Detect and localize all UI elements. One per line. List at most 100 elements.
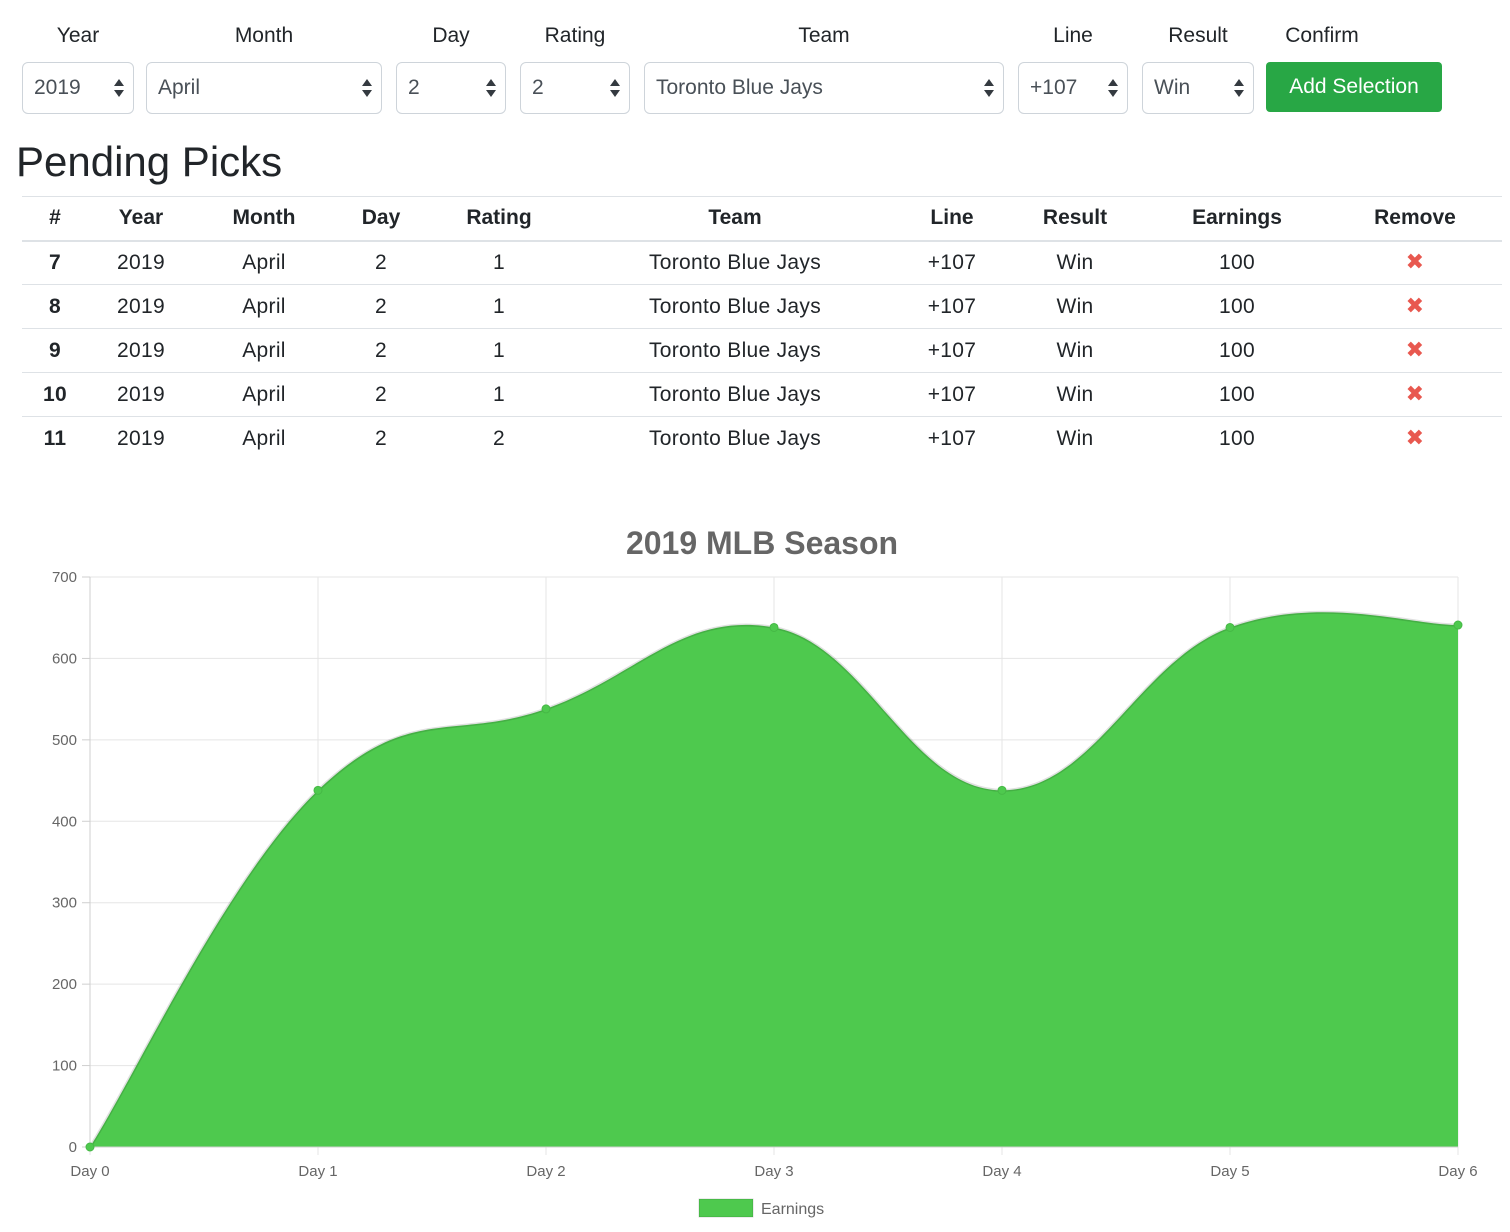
team-label: Team [798,24,850,47]
pending-picks-table: # Year Month Day Rating Team Line Result… [22,196,1502,461]
data-point[interactable] [769,622,779,632]
row-rating: 1 [493,250,505,274]
y-tick-label: 300 [52,895,77,912]
line-select[interactable]: +107 [1018,62,1128,114]
row-number: 9 [22,328,88,373]
day-label: Day [432,24,470,47]
col-header-rating: Rating [428,196,570,242]
chart-title: 2019 MLB Season [626,525,898,561]
col-header-number: # [22,196,88,242]
y-tick-label: 500 [52,732,77,749]
day-select[interactable]: 2 [396,62,506,114]
data-point[interactable] [1225,622,1235,632]
row-month: April [194,372,334,417]
y-tick-label: 600 [52,650,77,667]
confirm-label: Confirm [1285,24,1359,47]
row-remove-cell: ✖ [1328,372,1502,417]
line-select-value: +107 [1030,76,1078,99]
data-point[interactable] [85,1142,95,1152]
row-team: Toronto Blue Jays [570,284,900,329]
row-day: 2 [334,328,428,373]
table-row: 10 2019 April 2 1 Toronto Blue Jays +107… [22,372,1502,417]
y-tick-label: 400 [52,813,77,830]
table-row: 8 2019 April 2 1 Toronto Blue Jays +107 … [22,284,1502,329]
row-remove-cell: ✖ [1328,241,1502,285]
result-label: Result [1168,24,1228,47]
table-row: 11 2019 April 2 2 Toronto Blue Jays +107… [22,416,1502,461]
row-month: April [194,328,334,373]
y-tick-label: 0 [69,1139,77,1156]
row-number: 8 [22,284,88,329]
add-selection-button[interactable]: Add Selection [1266,62,1442,112]
row-team: Toronto Blue Jays [570,416,900,461]
select-arrows-icon [1107,77,1119,99]
row-line: +107 [900,328,1004,373]
row-earnings: 100 [1146,416,1328,461]
row-result: Win [1004,328,1146,373]
x-tick-label: Day 5 [1210,1163,1249,1180]
month-select[interactable]: April [146,62,382,114]
x-tick-label: Day 0 [70,1163,109,1180]
select-arrows-icon [361,77,373,99]
row-rating: 1 [428,328,570,373]
remove-x-icon[interactable]: ✖ [1406,381,1425,406]
row-month: April [242,250,286,274]
row-result: Win [1004,372,1146,417]
y-tick-label: 100 [52,1058,77,1075]
select-arrows-icon [609,77,621,99]
col-header-earnings: Earnings [1146,196,1328,242]
x-tick-label: Day 6 [1438,1163,1477,1180]
row-line: +107 [927,250,977,274]
row-line: +107 [900,372,1004,417]
month-label: Month [234,24,294,47]
row-remove-cell: ✖ [1328,416,1502,461]
row-day: 2 [375,250,387,274]
year-label: Year [56,24,100,47]
legend-swatch [698,1198,754,1218]
data-point[interactable] [1453,620,1463,630]
row-day: 2 [334,284,428,329]
row-team: Toronto Blue Jays [648,250,822,274]
legend-label[interactable]: Earnings [761,1201,824,1218]
row-line: +107 [900,284,1004,329]
row-result: Win [1004,284,1146,329]
row-remove-cell: ✖ [1328,328,1502,373]
x-tick-label: Day 4 [982,1163,1021,1180]
x-tick-label: Day 2 [526,1163,565,1180]
data-point[interactable] [997,785,1007,795]
data-point[interactable] [541,704,551,714]
row-team: Toronto Blue Jays [570,372,900,417]
remove-x-icon[interactable]: ✖ [1406,293,1425,318]
day-select-value: 2 [408,76,420,99]
remove-x-icon[interactable]: ✖ [1406,249,1425,274]
row-rating: 1 [428,372,570,417]
row-year: 2019 [117,250,165,274]
team-select[interactable]: Toronto Blue Jays [644,62,1004,114]
chart-area-layer [88,610,1459,1148]
row-earnings: 100 [1146,328,1328,373]
row-number: 7 [49,250,61,274]
earnings-area [90,612,1458,1147]
col-header-result: Result [1004,196,1146,242]
team-select-value: Toronto Blue Jays [656,76,823,99]
result-select[interactable]: Win [1142,62,1254,114]
row-year: 2019 [88,328,194,373]
rating-select-value: 2 [532,76,544,99]
row-month: April [194,284,334,329]
row-number: 11 [22,416,88,461]
row-line: +107 [900,416,1004,461]
remove-x-icon[interactable]: ✖ [1406,425,1425,450]
month-select-value: April [158,76,201,99]
data-point[interactable] [313,785,323,795]
x-tick-label: Day 3 [754,1163,793,1180]
row-year: 2019 [88,284,194,329]
year-select[interactable]: 2019 [22,62,134,114]
remove-x-icon[interactable]: ✖ [1406,337,1425,362]
y-tick-label: 700 [52,569,77,586]
select-arrows-icon [983,77,995,99]
pick-entry-form: Year 2019 Month April Day 2 Rating 2 Tea… [0,0,1510,120]
table-row: 7 2019 April 2 1 Toronto Blue Jays +107 … [22,241,1502,285]
table-header-row: # Year Month Day Rating Team Line Result… [22,196,1502,242]
row-year: 2019 [88,372,194,417]
rating-select[interactable]: 2 [520,62,630,114]
